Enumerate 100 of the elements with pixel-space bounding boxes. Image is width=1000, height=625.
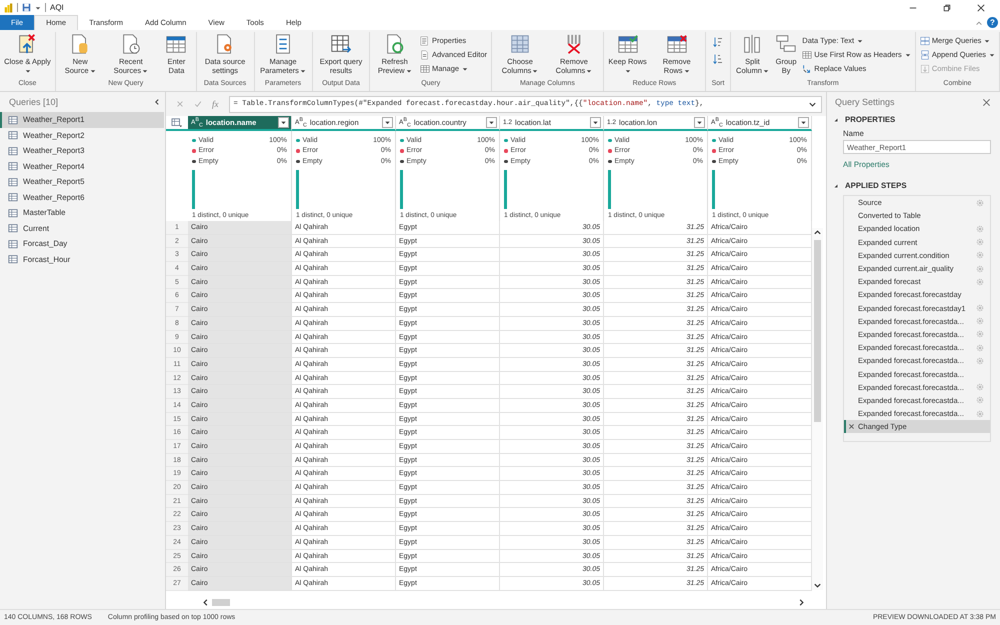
caret-icon [90,68,96,74]
caret-icon [488,119,495,126]
caret-icon [592,119,599,126]
caret-icon [904,52,911,58]
status-dot [400,149,404,152]
status-dot [296,160,300,163]
combine-icon [920,64,930,74]
table-icon [8,238,18,249]
check-icon[interactable] [194,100,202,108]
table-icon [8,114,18,125]
filter-button[interactable] [382,117,393,128]
status-dot [608,138,612,142]
caret-icon [280,119,287,126]
distribution-bar [296,170,299,208]
window-title: AQI [50,3,64,12]
distribution-bar [504,170,507,208]
caret-icon [300,68,306,74]
table-icon [8,146,18,156]
pane-title: Queries [10] [9,97,60,107]
app-logo-icon [4,2,13,12]
caret-icon [984,38,990,44]
status-dot [192,138,196,142]
sort-ascending-icon[interactable] [712,36,724,48]
document-icon [420,50,430,60]
status-dot [712,138,716,142]
filter-button[interactable] [486,117,497,128]
table-arrow-icon [330,33,352,55]
table-check-icon [616,33,639,55]
status-dot [608,149,612,152]
table-icon [8,208,18,218]
help-button[interactable]: ? [987,17,998,28]
distribution-bar [400,170,403,208]
table-icon [165,33,188,55]
table-icon [8,254,18,264]
status-dot [504,160,508,163]
caret-icon [406,68,412,74]
merge-icon [920,36,930,46]
caret-icon [684,68,690,74]
table-icon [8,130,18,140]
caret-icon [762,68,769,74]
scroll-thumb[interactable] [814,240,821,422]
scroll-up-icon[interactable] [813,228,822,237]
columns-icon [509,33,532,55]
status-dot [400,160,404,163]
scroll-thumb[interactable] [212,599,230,606]
status-dot [712,160,716,163]
distribution-bar [712,170,715,208]
pane-title: Query Settings [835,97,896,107]
cancel-icon[interactable] [176,100,184,108]
collapse-triangle-icon[interactable] [833,182,839,188]
caret-icon [532,68,538,74]
status-dot [192,160,196,163]
delete-icon[interactable] [848,423,855,430]
replace-icon [802,64,812,74]
distribution-bar [192,170,195,208]
caret-icon [462,66,468,72]
save-icon[interactable] [22,3,31,12]
status-dot [504,138,508,142]
distribution-bar [608,170,611,208]
table-icon [8,223,18,234]
restore-icon[interactable] [943,4,951,12]
table-icon [8,192,18,202]
scroll-left-icon[interactable] [201,598,210,607]
close-icon[interactable] [977,4,985,12]
scroll-right-icon[interactable] [797,598,806,607]
caret-icon [384,119,391,126]
properties-icon [420,36,430,46]
scroll-down-icon[interactable] [813,581,822,590]
group-icon [775,33,798,55]
caret-icon [696,119,703,126]
table-icon [8,161,18,172]
status-dot [504,149,508,152]
caret-icon [800,119,807,126]
table-menu-icon[interactable] [171,118,183,128]
table-icon [8,176,18,187]
caret-icon [625,68,632,74]
collapse-triangle-icon[interactable] [833,116,839,122]
status-dot [296,149,300,152]
sort-descending-icon[interactable] [712,53,724,65]
filter-button[interactable] [278,117,289,128]
filter-button[interactable] [798,117,809,128]
status-dot [400,138,404,142]
append-icon [920,50,930,60]
caret-icon [142,68,148,74]
status-dot [296,138,300,142]
status-dot [608,160,612,163]
caret-icon [857,38,864,44]
collapse-icon[interactable] [153,98,161,106]
caret-icon[interactable] [35,4,41,10]
caret-icon [989,52,996,58]
status-dot [712,149,716,152]
caret-icon [24,68,31,74]
filter-button[interactable] [694,117,705,128]
status-dot [192,149,196,152]
table-icon [802,50,812,60]
table-icon [420,64,430,74]
caret-icon [586,68,592,74]
filter-button[interactable] [590,117,601,128]
table-remove-icon [666,33,688,55]
vertical-scrollbar[interactable] [812,228,823,590]
